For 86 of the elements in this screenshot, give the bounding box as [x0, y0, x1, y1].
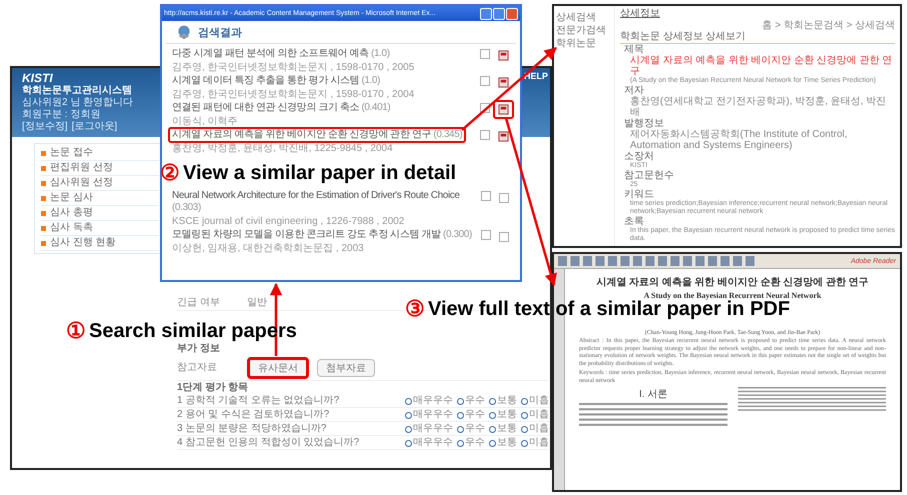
radio-option[interactable]: 매우우수	[405, 409, 453, 421]
menu-item[interactable]: 심사 진행 현황	[41, 236, 159, 251]
field-label: 저자	[624, 85, 644, 96]
result-title[interactable]: 시계열 자료의 예측을 위한 베이지안 순환 신경망에 관한 연구 (0.345)	[168, 127, 466, 143]
welcome-text: 심사위원2 님 환영합니다	[22, 97, 134, 109]
annotation-text: View a similar paper in detail	[183, 162, 456, 184]
radio-option[interactable]: 보통	[489, 409, 517, 421]
menu-item[interactable]: 논문 심사	[41, 191, 159, 206]
result-title[interactable]: 연결된 패턴에 대한 연관 신경망의 크기 축소 (0.401)	[168, 100, 394, 116]
field-value: 제어자동화시스템공학회(The Institute of Control, Automation and Systems Engineers)	[629, 129, 848, 151]
close-button[interactable]	[506, 8, 518, 20]
checkbox-icon[interactable]	[480, 103, 490, 113]
radio-option[interactable]: 보통	[489, 395, 517, 407]
page-heading: 상세정보	[620, 8, 660, 20]
checkbox-icon[interactable]	[480, 130, 490, 140]
menu-item[interactable]: 심사 총평	[41, 206, 159, 221]
minimize-button[interactable]	[480, 8, 492, 20]
field-label: 초록	[624, 216, 644, 227]
radio-option[interactable]: 매우우수	[405, 437, 453, 449]
result-title[interactable]: 다중 시계열 패턴 분석에 의한 소프트웨어 예측 (1.0)	[168, 46, 394, 62]
result-title[interactable]: 시계열 데이터 특징 추출을 통한 평가 시스템 (1.0)	[168, 73, 384, 89]
field-label: 참고문헌수	[624, 170, 674, 181]
maximize-button[interactable]	[493, 8, 505, 20]
field-value: 일반	[247, 297, 267, 309]
field-label: 긴급 여부	[177, 297, 221, 309]
menu-item[interactable]: 심사 독촉	[41, 221, 159, 236]
field-label: 키워드	[624, 189, 654, 200]
radio-option[interactable]: 우수	[457, 423, 485, 435]
popup-heading: 검색결과	[198, 26, 242, 40]
radio-option[interactable]: 우수	[457, 409, 485, 421]
radio-option[interactable]: 미흡	[521, 395, 549, 407]
form-button[interactable]: 첨부자료	[317, 359, 375, 377]
globe-icon	[176, 24, 192, 40]
section-heading: 부가 정보	[177, 343, 220, 355]
paper-title: 시계열 자료의 예측을 위한 베이지안 순환 신경망에 관한 연구	[596, 276, 869, 289]
menu-item[interactable]: 논문 접수	[41, 146, 159, 161]
result-meta: 이동식, 이혁주	[171, 116, 238, 127]
menu-item[interactable]: 편집위원 선정	[41, 161, 159, 176]
field-value: 시계열 자료의 예측을 위한 베이지안 순환 신경망에 관한 연구	[629, 55, 894, 77]
field-value: 홍찬영(연세대학교 전기전자공학과), 박정훈, 윤태성, 박진배	[629, 96, 888, 118]
radio-option[interactable]: 미흡	[521, 409, 549, 421]
breadcrumb: 홈 > 학회논문검색 > 상세검색	[762, 20, 895, 31]
step-number: ③	[405, 296, 425, 322]
section-heading: I. 서론	[639, 388, 668, 401]
radio-option[interactable]: 미흡	[521, 437, 549, 449]
section-heading: 학회논문 상세정보 상세보기	[620, 31, 895, 44]
result-meta: 이상헌, 임재용, 대한건축학회논문집 , 2003	[171, 243, 364, 254]
member-type: 회원구분 : 정회원	[22, 109, 100, 121]
radio-option[interactable]: 매우우수	[405, 423, 453, 435]
nav-item[interactable]: 전문가검색	[556, 25, 612, 37]
radio-option[interactable]: 우수	[457, 395, 485, 407]
nav-item[interactable]: 학위논문	[556, 38, 612, 50]
checkbox-icon[interactable]	[480, 49, 490, 59]
result-meta: 김주영, 한국인터넷정보학회논문지 , 1598-0170 , 2005	[171, 62, 414, 73]
radio-option[interactable]: 보통	[489, 437, 517, 449]
result-title[interactable]: Neural Network Architecture for the Estimation of Driver's Route Choice (0.303)	[168, 188, 478, 216]
field-label: 제목	[624, 44, 644, 55]
paper-title-english: A Study on the Bayesian Recurrent Neural Network	[644, 291, 822, 300]
result-meta: 홍찬영, 박정훈, 윤태성, 박진배, 1225-9845 , 2004	[171, 143, 393, 154]
section-heading: 1단계 평가 항목	[177, 382, 248, 394]
checkbox-icon[interactable]	[480, 76, 490, 86]
field-label: 참고자료	[177, 362, 218, 374]
account-link[interactable]: [로그아웃]	[72, 121, 118, 133]
radio-option[interactable]: 보통	[489, 423, 517, 435]
radio-option[interactable]: 매우우수	[405, 395, 453, 407]
question-text: 4 참고문헌 인용의 적합성이 있었습니까?	[177, 437, 360, 449]
full-text-button[interactable]	[493, 100, 514, 119]
checkbox-icon[interactable]	[481, 191, 491, 201]
result-meta: KSCE journal of civil engineering , 1226-7988 , 2002	[171, 216, 404, 227]
system-name: 학회논문투고관리시스템	[22, 85, 132, 97]
step-number: ①	[66, 318, 86, 344]
checkbox-icon[interactable]	[481, 230, 491, 240]
question-text: 3 논문의 분량은 적당하였습니까?	[177, 423, 326, 435]
menu-item[interactable]: 심사위원 선정	[41, 176, 159, 191]
field-label: 소장처	[624, 151, 654, 162]
field-label: 발행정보	[624, 118, 664, 129]
nav-item[interactable]: 상세검색	[556, 12, 612, 24]
result-meta: 김주영, 한국인터넷정보학회논문지 , 1598-0170 , 2004	[171, 89, 414, 100]
radio-option[interactable]: 우수	[457, 437, 485, 449]
form-button[interactable]: 유사문서	[247, 357, 309, 379]
question-text: 1 공학적 기술적 오류는 없었습니까?	[177, 395, 340, 407]
radio-option[interactable]: 미흡	[521, 423, 549, 435]
account-link[interactable]: [정보수정]	[22, 121, 68, 133]
question-text: 2 용어 및 수식은 검토하였습니까?	[177, 409, 330, 421]
result-title[interactable]: 모델링된 차량의 모델을 이용한 콘크리트 강도 추정 시스템 개발 (0.300)	[168, 227, 476, 243]
logo: KISTI	[22, 71, 53, 85]
